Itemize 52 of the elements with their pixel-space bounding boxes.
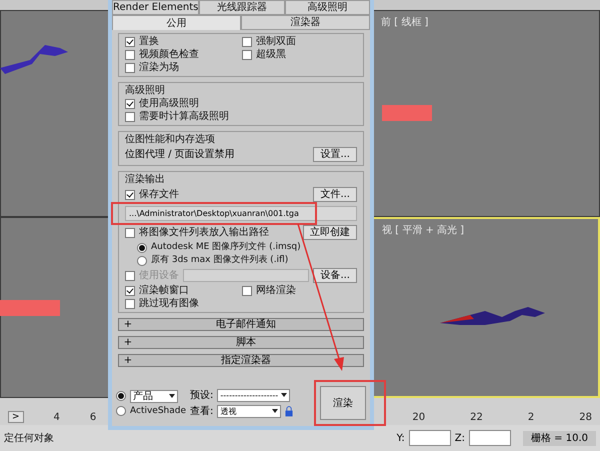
ruler-tick-label: 6 xyxy=(90,412,96,423)
group-title: 位图性能和内存选项 xyxy=(125,134,216,145)
ruler-tick-label: 22 xyxy=(470,412,483,423)
ruler-tick-label: 4 xyxy=(54,412,60,423)
rollout-header[interactable]: + 脚本 xyxy=(118,336,364,349)
tab[interactable]: 高级照明 xyxy=(284,0,370,15)
rollout-header[interactable]: + 指定渲染器 xyxy=(118,354,364,367)
ruler-tick-label: 28 xyxy=(579,412,592,423)
checkbox[interactable]: 渲染帧窗口 xyxy=(125,285,240,296)
coordinate-label: Y: xyxy=(396,432,405,444)
checkbox[interactable]: 置换 xyxy=(125,36,240,47)
render-button[interactable]: 渲染 xyxy=(320,386,366,420)
viewport-label: 前 [ 线框 ] xyxy=(381,17,428,28)
checkbox[interactable]: 渲染为场 xyxy=(125,62,240,73)
ruler-tick-label: 2 xyxy=(528,412,534,423)
radio-button[interactable]: ActiveShade xyxy=(116,406,186,416)
coordinate-label: Z: xyxy=(454,432,465,444)
group-title: 渲染输出 xyxy=(125,174,166,185)
status-message: 定任何对象 xyxy=(4,432,54,444)
checkbox[interactable]: 将图像文件列表放入输出路径 xyxy=(125,227,269,238)
bitmap-status-text: 位图代理 / 页面设置禁用 xyxy=(125,149,235,160)
preset-label: 预设: xyxy=(190,390,214,400)
mode-dropdown[interactable]: 产品 xyxy=(130,390,178,402)
lock-icon[interactable] xyxy=(285,406,294,416)
highlight-box xyxy=(314,380,386,426)
tab[interactable]: 公用 xyxy=(112,15,241,30)
view-dropdown[interactable]: 透视 xyxy=(217,404,282,418)
model-silhouette xyxy=(382,105,432,121)
viewport-label: 视 [ 平滑 + 高光 ] xyxy=(382,225,464,236)
ruler-tick-label: 20 xyxy=(412,412,426,423)
coordinate-field[interactable] xyxy=(408,430,451,446)
tab[interactable]: Render Elements xyxy=(112,0,200,15)
tab[interactable]: 光线跟踪器 xyxy=(199,0,285,15)
file-button[interactable]: 文件... xyxy=(313,187,357,202)
preset-dropdown[interactable]: -------------------- xyxy=(217,388,290,402)
output-path-field[interactable]: ...\Administrator\Desktop\xuanran\001.tga xyxy=(125,206,357,221)
radio-button[interactable] xyxy=(116,391,126,401)
device-field[interactable] xyxy=(183,269,310,282)
group-title: 高级照明 xyxy=(125,85,166,96)
coordinate-field[interactable] xyxy=(468,430,511,446)
tab[interactable]: 渲染器 xyxy=(241,15,370,30)
rollout-header[interactable]: + 电子邮件通知 xyxy=(118,318,364,331)
checkbox[interactable]: 视频颜色检查 xyxy=(125,49,240,60)
checkbox[interactable]: 保存文件 xyxy=(125,189,179,200)
caret-icon xyxy=(272,409,278,413)
model-silhouette xyxy=(0,300,60,316)
grid-size: 栅格 = 10.0 xyxy=(522,430,596,446)
checkbox[interactable]: 跳过现有图像 xyxy=(125,298,240,309)
create-now-button[interactable]: 立即创建 xyxy=(303,225,357,240)
setup-button[interactable]: 设置... xyxy=(313,147,357,162)
view-label: 查看: xyxy=(190,406,214,416)
timeline-next-button[interactable]: > xyxy=(8,411,24,423)
